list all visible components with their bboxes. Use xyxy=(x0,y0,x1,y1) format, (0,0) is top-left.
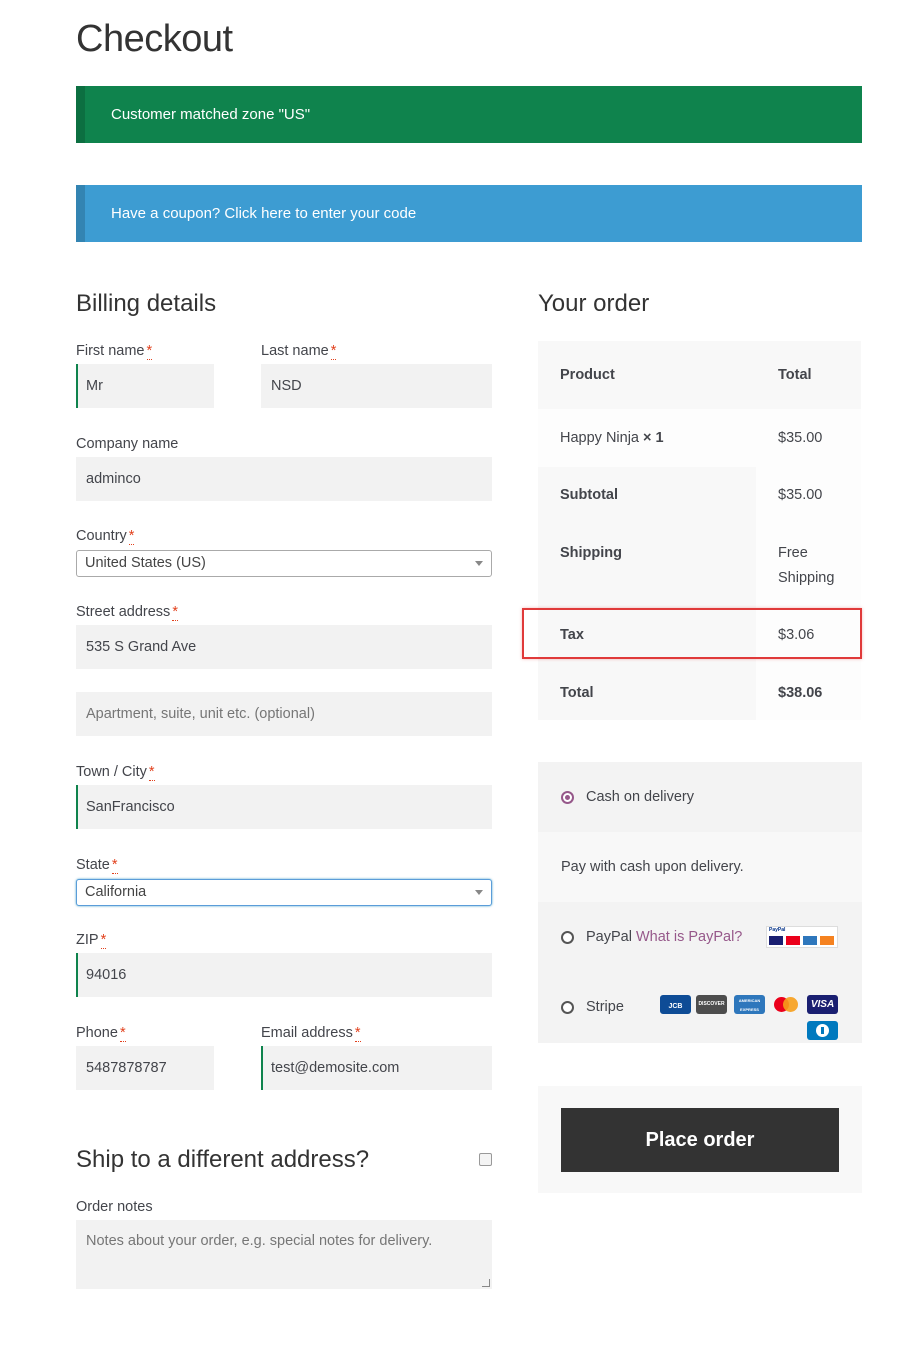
apartment-input[interactable]: Apartment, suite, unit etc. (optional) xyxy=(76,692,492,736)
order-notes-label: Order notes xyxy=(76,1199,153,1215)
company-input[interactable]: adminco xyxy=(76,457,492,501)
shipping-value-line2: Shipping xyxy=(778,570,835,586)
paypal-cards-icon: PayPal xyxy=(766,926,838,948)
order-notes-textarea[interactable]: Notes about your order, e.g. special not… xyxy=(76,1220,492,1289)
company-label: Company name xyxy=(76,436,179,452)
first-name-input[interactable]: Mr xyxy=(76,364,214,408)
state-label: State * xyxy=(76,857,118,874)
shipping-label: Shipping xyxy=(560,545,623,561)
place-order-section: Place order xyxy=(538,1086,862,1193)
required-mark: * xyxy=(119,1025,126,1042)
zip-input[interactable]: 94016 xyxy=(76,953,492,997)
product-qty: × 1 xyxy=(643,430,664,446)
shipping-row: Shipping Free Shipping xyxy=(538,525,861,607)
cod-label[interactable]: Cash on delivery xyxy=(586,789,694,805)
required-mark: * xyxy=(148,764,155,781)
order-notes-placeholder: Notes about your order, e.g. special not… xyxy=(86,1233,433,1249)
paypal-badge: PayPal xyxy=(769,927,786,933)
order-table-header: Product Total xyxy=(538,341,861,409)
product-name: Happy Ninja × 1 xyxy=(560,430,664,446)
country-label: Country * xyxy=(76,528,135,545)
phone-label: Phone * xyxy=(76,1025,126,1042)
first-name-label: First name * xyxy=(76,343,153,360)
country-value: United States (US) xyxy=(85,555,206,571)
required-mark: * xyxy=(330,343,337,360)
paypal-label[interactable]: PayPal What is PayPal? xyxy=(586,929,742,945)
city-input[interactable]: SanFrancisco xyxy=(76,785,492,829)
mastercard-icon xyxy=(772,996,800,1014)
your-order-title: Your order xyxy=(538,290,650,317)
required-mark: * xyxy=(354,1025,361,1042)
ship-different-title: Ship to a different address? xyxy=(76,1146,370,1173)
required-mark: * xyxy=(100,932,107,949)
diners-card-icon xyxy=(807,1021,838,1040)
discover-card-icon: DISCOVER xyxy=(696,995,727,1014)
paypal-radio[interactable] xyxy=(561,931,574,944)
product-header: Product xyxy=(560,367,615,383)
product-total: $35.00 xyxy=(778,430,823,446)
order-total-label: Total xyxy=(560,685,594,701)
billing-title: Billing details xyxy=(76,290,217,317)
tax-highlight-box xyxy=(522,608,862,659)
last-name-label: Last name * xyxy=(261,343,337,360)
subtotal-value: $35.00 xyxy=(778,487,823,503)
country-select[interactable]: United States (US) xyxy=(76,550,492,577)
ship-different-checkbox[interactable] xyxy=(479,1153,492,1166)
stripe-radio[interactable] xyxy=(561,1001,574,1014)
order-total-row: Total $38.06 xyxy=(538,664,861,720)
table-row: Happy Ninja × 1 $35.00 xyxy=(538,409,861,467)
page-title: Checkout xyxy=(76,18,233,60)
city-label: Town / City * xyxy=(76,764,155,781)
subtotal-row: Subtotal $35.00 xyxy=(538,467,861,525)
chevron-down-icon xyxy=(475,561,483,566)
required-mark: * xyxy=(111,857,118,874)
street-input[interactable]: 535 S Grand Ave xyxy=(76,625,492,669)
payment-methods: Cash on delivery Pay with cash upon deli… xyxy=(538,762,862,1043)
street-label: Street address * xyxy=(76,604,178,621)
amex-card-icon: AMERICAN EXPRESS xyxy=(734,995,765,1014)
last-name-input[interactable]: NSD xyxy=(261,364,492,408)
email-label: Email address * xyxy=(261,1025,361,1042)
chevron-down-icon xyxy=(475,890,483,895)
state-value: California xyxy=(85,884,147,900)
zip-label: ZIP * xyxy=(76,932,107,949)
place-order-button[interactable]: Place order xyxy=(561,1108,839,1172)
required-mark: * xyxy=(146,343,153,360)
total-header: Total xyxy=(778,367,812,383)
cod-description: Pay with cash upon delivery. xyxy=(538,832,862,902)
order-total-value: $38.06 xyxy=(778,685,823,701)
what-is-paypal-link[interactable]: What is PayPal? xyxy=(636,929,742,945)
shipping-value-line1: Free xyxy=(778,545,808,561)
state-select[interactable]: California xyxy=(76,879,492,906)
jcb-card-icon: JCB xyxy=(660,995,691,1014)
visa-card-icon: VISA xyxy=(807,995,838,1014)
email-input[interactable]: test@demosite.com xyxy=(261,1046,492,1090)
stripe-label[interactable]: Stripe xyxy=(586,999,624,1015)
subtotal-label: Subtotal xyxy=(560,487,618,503)
coupon-notice[interactable]: Have a coupon? Click here to enter your … xyxy=(76,185,862,242)
resize-handle-icon[interactable] xyxy=(482,1279,490,1287)
phone-input[interactable]: 5487878787 xyxy=(76,1046,214,1090)
cod-radio[interactable] xyxy=(561,791,574,804)
required-mark: * xyxy=(128,528,135,545)
required-mark: * xyxy=(172,604,178,621)
order-review-table: Product Total Happy Ninja × 1 $35.00 Sub… xyxy=(538,341,861,720)
zone-notice: Customer matched zone "US" xyxy=(76,86,862,143)
